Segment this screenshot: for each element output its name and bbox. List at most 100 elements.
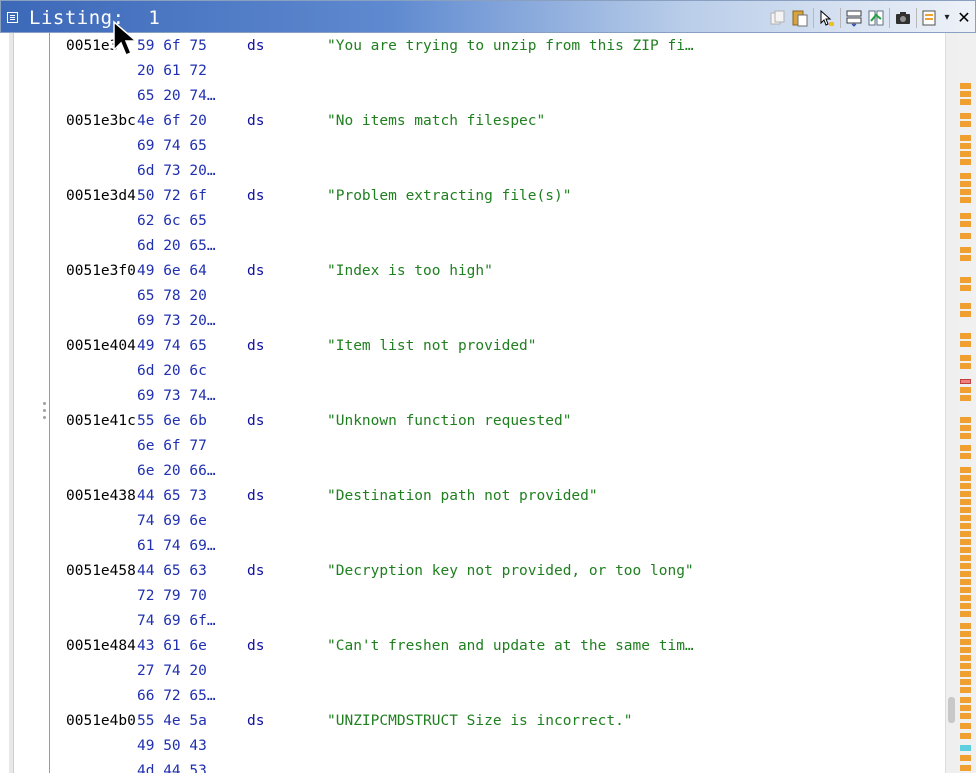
overview-marker[interactable] [960,221,971,227]
overview-marker[interactable] [960,135,971,141]
address-cell[interactable]: 0051e3bc [66,109,136,134]
mnemonic-cell[interactable]: ds [247,109,264,134]
overview-marker[interactable] [960,663,971,669]
mnemonic-cell[interactable]: ds [247,34,264,59]
select-cursor-icon[interactable] [816,7,838,29]
bytes-cell[interactable]: 55 6e 6b [137,409,207,434]
bytes-cell[interactable]: 6d 20 6c [137,359,207,384]
overview-marker[interactable] [960,697,971,703]
bytes-cell[interactable]: 6d 73 20… [137,159,216,184]
listing-row[interactable]: 6e 6f 77 [50,434,945,459]
overview-marker[interactable] [960,611,971,617]
listing-row[interactable]: 0051e458 44 65 63 ds "Decryption key not pr… [50,559,945,584]
overview-marker[interactable] [960,603,971,609]
address-cell[interactable]: 0051e458 [66,559,136,584]
overview-marker[interactable] [960,723,971,729]
snapshot-camera-icon[interactable] [892,7,914,29]
listing-row[interactable]: 20 61 72 [50,59,945,84]
copy-icon[interactable] [767,7,789,29]
overview-marker-bar[interactable] [958,33,976,773]
operand-cell[interactable]: "You are trying to unzip from this ZIP f… [327,34,694,59]
overview-marker[interactable] [960,547,971,553]
field-layout-icon[interactable] [919,7,941,29]
listing-row[interactable]: 69 73 74… [50,384,945,409]
operand-cell[interactable]: "UNZIPCMDSTRUCT Size is incorrect." [327,709,633,734]
overview-marker[interactable] [960,181,971,187]
overview-marker[interactable] [960,341,971,347]
diff-icon[interactable] [865,7,887,29]
overview-marker[interactable] [960,285,971,291]
overview-marker[interactable] [960,213,971,219]
overview-marker[interactable] [960,121,971,127]
bytes-cell[interactable]: 72 79 70 [137,584,207,609]
operand-cell[interactable]: "Item list not provided" [327,334,537,359]
overview-marker[interactable] [960,639,971,645]
overview-marker[interactable] [960,333,971,339]
bytes-cell[interactable]: 6e 6f 77 [137,434,207,459]
operand-cell[interactable]: "Destination path not provided" [327,484,598,509]
bytes-cell[interactable]: 74 69 6f… [137,609,216,634]
bytes-cell[interactable]: 55 4e 5a [137,709,207,734]
listing-row[interactable]: 0051e3 59 6f 75 ds "You are trying to unzip… [50,34,945,59]
bytes-cell[interactable]: 6d 20 65… [137,234,216,259]
field-panel-resize-grip[interactable] [43,402,47,424]
listing-row[interactable]: 62 6c 65 [50,209,945,234]
bytes-cell[interactable]: 69 73 20… [137,309,216,334]
overview-marker[interactable] [960,387,971,393]
listing-row[interactable]: 6e 20 66… [50,459,945,484]
overview-marker[interactable] [960,303,971,309]
listing-row[interactable]: 6d 20 6c [50,359,945,384]
listing-row[interactable]: 4d 44 53 [50,759,945,773]
overview-marker[interactable] [960,417,971,423]
listing-row[interactable]: 0051e404 49 74 65 ds "Item list not provide… [50,334,945,359]
bytes-cell[interactable]: 49 50 43 [137,734,207,759]
overview-marker[interactable] [960,379,971,384]
overview-marker[interactable] [960,587,971,593]
mnemonic-cell[interactable]: ds [247,334,264,359]
vertical-scrollbar[interactable] [945,33,958,773]
overview-marker[interactable] [960,91,971,97]
overview-marker[interactable] [960,445,971,451]
listing-row[interactable]: 65 20 74… [50,84,945,109]
overview-marker[interactable] [960,579,971,585]
overview-marker[interactable] [960,475,971,481]
overview-marker[interactable] [960,571,971,577]
overview-marker[interactable] [960,113,971,119]
mnemonic-cell[interactable]: ds [247,634,264,659]
listing-row[interactable]: 0051e438 44 65 73 ds "Destination path not … [50,484,945,509]
overview-marker[interactable] [960,233,971,239]
overview-marker[interactable] [960,499,971,505]
operand-cell[interactable]: "Unknown function requested" [327,409,571,434]
dropdown-arrow-icon[interactable]: ▾ [941,7,953,29]
listing-row[interactable]: 0051e4b0 55 4e 5a ds "UNZIPCMDSTRUCT Size i… [50,709,945,734]
overview-marker[interactable] [960,453,971,459]
overview-marker[interactable] [960,83,971,89]
overview-marker[interactable] [960,355,971,361]
listing-row[interactable]: 6d 20 65… [50,234,945,259]
listing-row[interactable]: 65 78 20 [50,284,945,309]
overview-marker[interactable] [960,755,971,761]
overview-marker[interactable] [960,311,971,317]
address-cell[interactable]: 0051e438 [66,484,136,509]
overview-marker[interactable] [960,467,971,473]
overview-marker[interactable] [960,655,971,661]
listing-row[interactable]: 61 74 69… [50,534,945,559]
overview-marker[interactable] [960,173,971,179]
navigation-icon[interactable] [843,7,865,29]
mnemonic-cell[interactable]: ds [247,184,264,209]
listing-row[interactable]: 6d 73 20… [50,159,945,184]
overview-marker[interactable] [960,143,971,149]
bytes-cell[interactable]: 43 61 6e [137,634,207,659]
address-cell[interactable]: 0051e404 [66,334,136,359]
bytes-cell[interactable]: 20 61 72 [137,59,207,84]
overview-marker[interactable] [960,277,971,283]
listing-row[interactable]: 69 73 20… [50,309,945,334]
bytes-cell[interactable]: 50 72 6f [137,184,207,209]
bytes-cell[interactable]: 65 20 74… [137,84,216,109]
address-cell[interactable]: 0051e41c [66,409,136,434]
bytes-cell[interactable]: 6e 20 66… [137,459,216,484]
bytes-cell[interactable]: 49 74 65 [137,334,207,359]
address-cell[interactable]: 0051e4b0 [66,709,136,734]
listing-row[interactable]: 74 69 6f… [50,609,945,634]
overview-marker[interactable] [960,765,971,771]
